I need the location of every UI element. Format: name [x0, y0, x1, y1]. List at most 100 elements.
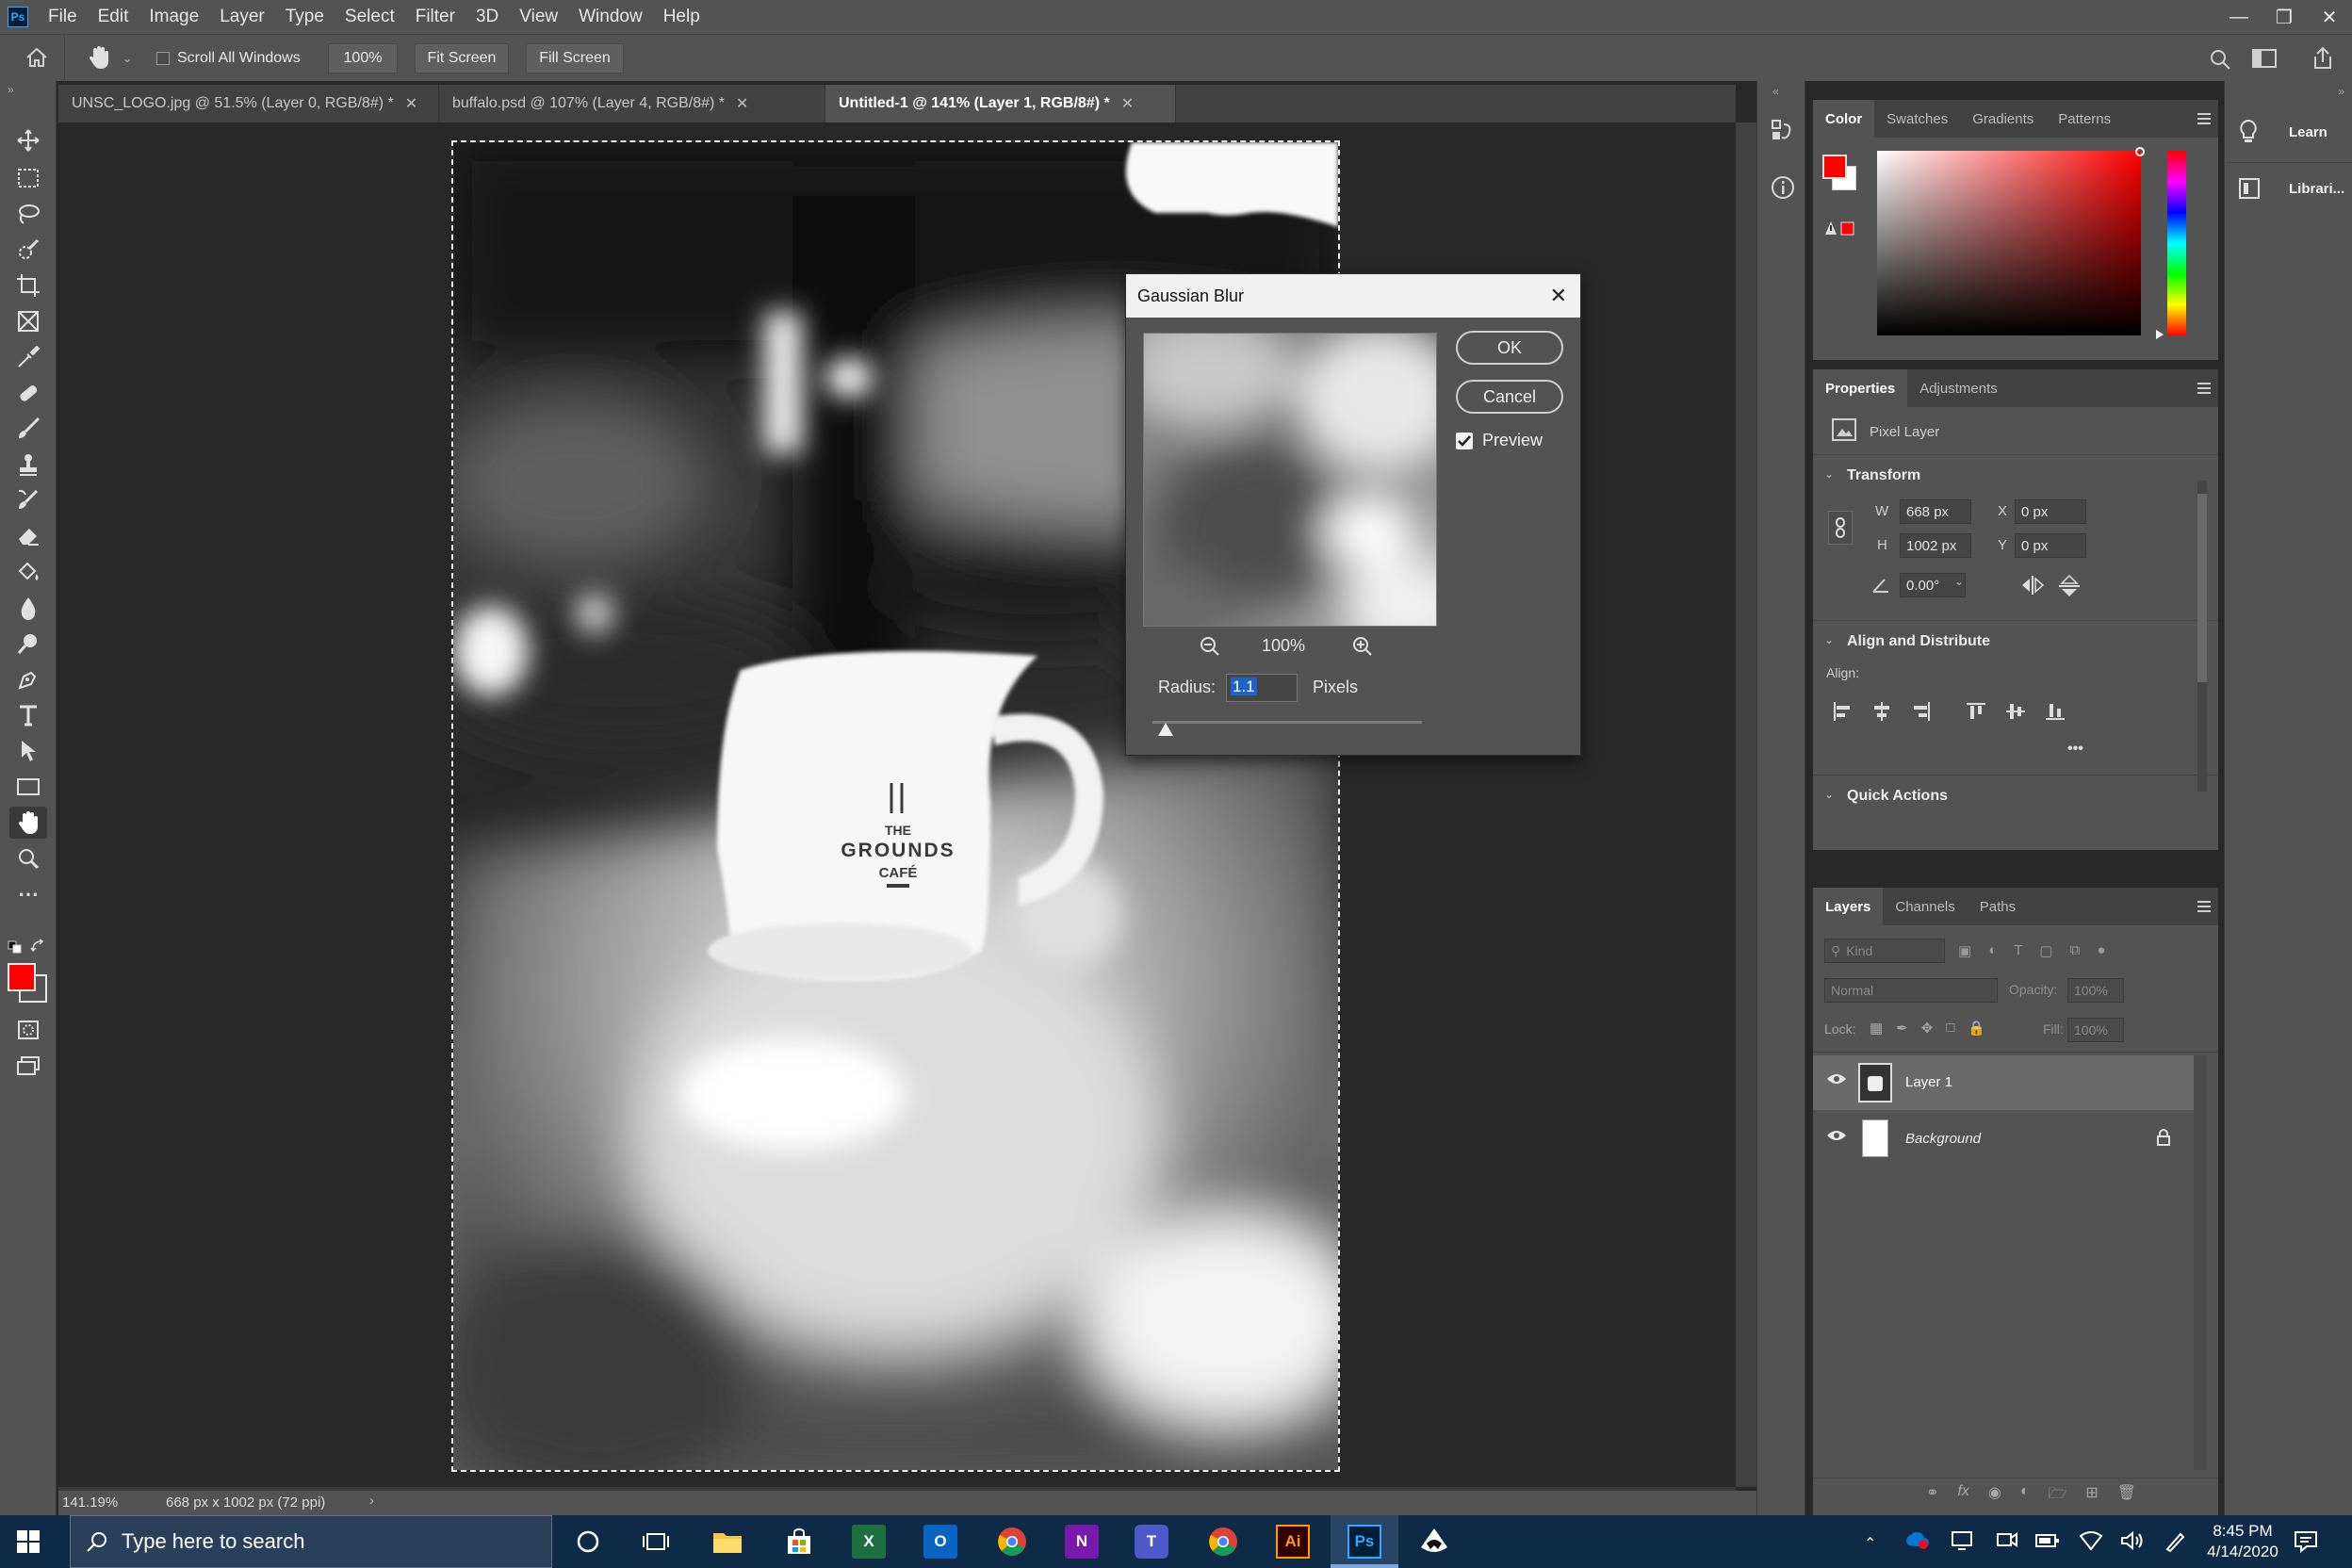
close-icon[interactable]: ✕ [1121, 94, 1134, 113]
layer-row[interactable]: Background [1813, 1112, 2194, 1167]
align-vertical-center-icon[interactable] [2005, 701, 2026, 722]
opacity-field[interactable]: 100% [2067, 978, 2124, 1003]
wifi-icon[interactable] [2079, 1530, 2103, 1551]
menu-filter[interactable]: Filter [405, 7, 466, 27]
eye-icon[interactable] [1826, 1129, 1847, 1142]
tab-adjustments[interactable]: Adjustments [1907, 369, 2010, 407]
foreground-color-swatch[interactable] [8, 963, 36, 991]
menu-3d[interactable]: 3D [466, 7, 509, 27]
new-layer-icon[interactable]: ⊞ [2085, 1483, 2098, 1509]
blur-tool-icon[interactable] [9, 592, 47, 624]
swap-colors-icon[interactable] [30, 939, 45, 954]
tab-channels[interactable]: Channels [1883, 888, 1967, 925]
radius-slider-thumb[interactable] [1158, 723, 1173, 736]
menu-type[interactable]: Type [275, 7, 335, 27]
quick-mask-icon[interactable] [9, 1014, 47, 1046]
lock-position-icon[interactable]: ✥ [1921, 1020, 1934, 1037]
filter-adjustment-icon[interactable]: ◐ [1988, 942, 1997, 959]
volume-icon[interactable] [2120, 1530, 2145, 1551]
close-window-button[interactable]: ✕ [2307, 0, 2352, 34]
inkscape-icon[interactable] [1417, 1525, 1451, 1559]
search-icon[interactable] [2209, 48, 2231, 71]
zoom-100-button[interactable]: 100% [328, 43, 398, 74]
align-left-icon[interactable] [1832, 701, 1853, 722]
blend-mode-select[interactable]: Normal [1824, 978, 1998, 1003]
link-layers-icon[interactable]: ⚭ [1926, 1483, 1938, 1509]
color-panel-fg-swatch[interactable] [1822, 155, 1847, 179]
learn-label[interactable]: Learn [2289, 124, 2328, 140]
scroll-all-windows-checkbox[interactable] [156, 52, 170, 65]
layer-row[interactable]: Layer 1 [1813, 1055, 2194, 1110]
hue-slider[interactable] [2167, 151, 2186, 335]
taskbar-search[interactable]: Type here to search [70, 1515, 552, 1568]
lock-transparent-icon[interactable]: ▦ [1870, 1020, 1883, 1037]
cortana-icon[interactable] [571, 1525, 605, 1559]
photoshop-icon[interactable]: Ps [1348, 1525, 1381, 1559]
screen-mode-icon[interactable] [9, 1050, 47, 1082]
transform-section-title[interactable]: Transform [1847, 467, 1920, 484]
tab-swatches[interactable]: Swatches [1874, 100, 1960, 138]
align-top-icon[interactable] [1966, 701, 1986, 722]
hue-slider-marker[interactable] [2156, 330, 2164, 339]
quick-selection-tool-icon[interactable] [9, 234, 47, 266]
delete-layer-icon[interactable]: 🗑 [2117, 1483, 2136, 1509]
lock-artboard-icon[interactable]: □ [1946, 1020, 1954, 1037]
filter-smart-object-icon[interactable]: ⧉ [2070, 942, 2081, 959]
filter-shape-icon[interactable]: ▢ [2039, 942, 2052, 959]
chrome-icon[interactable] [995, 1525, 1029, 1559]
more-tools-icon[interactable]: ⋯ [9, 878, 47, 910]
meet-now-icon[interactable] [1996, 1530, 2018, 1551]
color-picker-marker[interactable] [2135, 147, 2145, 156]
tab-buffalo[interactable]: buffalo.psd @ 107% (Layer 4, RGB/8#) * ✕ [439, 85, 825, 122]
layer-name[interactable]: Layer 1 [1905, 1074, 1952, 1090]
menu-layer[interactable]: Layer [209, 7, 275, 27]
fit-screen-button[interactable]: Fit Screen [415, 43, 509, 74]
align-right-icon[interactable] [1911, 701, 1932, 722]
tab-properties[interactable]: Properties [1813, 369, 1908, 407]
outlook-icon[interactable]: O [923, 1525, 957, 1559]
clone-stamp-tool-icon[interactable] [9, 449, 47, 481]
quick-actions-section-title[interactable]: Quick Actions [1847, 788, 1948, 805]
lock-image-icon[interactable]: ✒ [1896, 1020, 1908, 1037]
marquee-tool-icon[interactable] [9, 162, 47, 194]
panel-menu-icon[interactable] [2197, 383, 2211, 397]
lock-all-icon[interactable]: 🔒 [1968, 1020, 1985, 1037]
fill-screen-button[interactable]: Fill Screen [526, 43, 624, 74]
notifications-icon[interactable] [2294, 1530, 2318, 1553]
x-field[interactable]: 0 px [2015, 499, 2086, 524]
info-panel-icon[interactable] [1771, 175, 1795, 200]
add-mask-icon[interactable]: ◉ [1988, 1483, 2001, 1509]
filter-type-icon[interactable]: T [2014, 942, 2022, 959]
libraries-icon[interactable] [2238, 177, 2261, 200]
chevron-up-icon[interactable]: ⌃ [1864, 1534, 1876, 1553]
pen-tool-icon[interactable] [9, 663, 47, 695]
align-bottom-icon[interactable] [2045, 701, 2066, 722]
vertical-scrollbar[interactable] [1736, 122, 1756, 1487]
menu-view[interactable]: View [509, 7, 568, 27]
lasso-tool-icon[interactable] [9, 198, 47, 230]
flip-horizontal-icon[interactable] [2020, 575, 2045, 596]
file-explorer-icon[interactable] [710, 1525, 744, 1559]
expand-panels-icon[interactable]: « [1772, 85, 1779, 98]
eyedropper-tool-icon[interactable] [9, 341, 47, 373]
dodge-tool-icon[interactable] [9, 628, 47, 660]
zoom-in-icon[interactable] [1352, 636, 1373, 657]
layers-scrollbar[interactable] [2194, 1055, 2207, 1470]
type-tool-icon[interactable] [9, 699, 47, 731]
tab-layers[interactable]: Layers [1813, 888, 1884, 925]
dialog-title-bar[interactable]: Gaussian Blur ✕ [1126, 274, 1580, 318]
fill-field[interactable]: 100% [2067, 1018, 2124, 1042]
chevron-down-icon[interactable]: ⌄ [1824, 788, 1834, 801]
rectangle-tool-icon[interactable] [9, 771, 47, 803]
close-icon[interactable]: ✕ [736, 94, 748, 113]
history-brush-tool-icon[interactable] [9, 484, 47, 516]
align-section-title[interactable]: Align and Distribute [1847, 633, 1990, 650]
width-field[interactable]: 668 px [1900, 499, 1971, 524]
cancel-button[interactable]: Cancel [1456, 380, 1563, 414]
align-horizontal-center-icon[interactable] [1871, 701, 1892, 722]
more-align-options-icon[interactable]: ••• [2067, 741, 2083, 758]
radius-input[interactable]: 1.1 [1226, 674, 1298, 702]
chevron-down-icon[interactable]: ⌄ [122, 52, 132, 65]
path-selection-tool-icon[interactable] [9, 735, 47, 767]
adjustment-layer-icon[interactable]: ◐ [2020, 1483, 2030, 1509]
